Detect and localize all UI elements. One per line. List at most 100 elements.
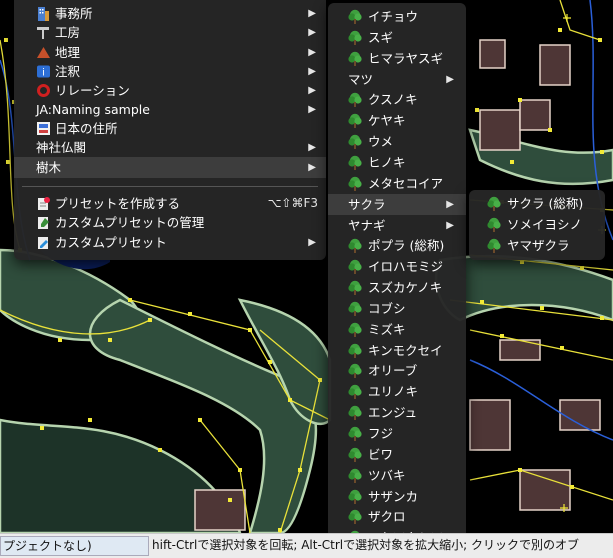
- tree-submenu-item-label: ミズキ: [368, 321, 406, 337]
- tree-submenu-item[interactable]: キンモクセイ: [328, 340, 466, 361]
- tree-submenu-item-label: サクラ: [348, 196, 386, 212]
- tree-icon: [347, 238, 362, 254]
- preset-create-icon: [36, 196, 51, 211]
- menu-item-label: 注釈: [55, 64, 81, 79]
- preset-custom-icon: [36, 235, 51, 250]
- tree-submenu-item-label: ツバキ: [368, 467, 406, 483]
- shortcut-label: ⌥⇧⌘F3: [267, 196, 318, 210]
- office-icon: [36, 6, 51, 21]
- tree-submenu-item-label: ヤナギ: [348, 217, 386, 233]
- menu-item[interactable]: i 注釈 ▶: [14, 61, 326, 82]
- menu-item-label: 事務所: [55, 6, 93, 21]
- tree-icon: [347, 155, 362, 170]
- tree-submenu-item[interactable]: ザクロ: [328, 506, 466, 527]
- menu-item[interactable]: リレーション ▶: [14, 80, 326, 101]
- tree-submenu-item-label: ユリノキ: [368, 384, 419, 400]
- submenu-arrow-icon: ▶: [446, 198, 454, 210]
- submenu-arrow-icon: ▶: [308, 162, 316, 173]
- presets-menu: 事務所 ▶ 工房 ▶ 地理 ▶ i 注釈 ▶ リレーション ▶ JA:Naming sample ▶ 日本…: [14, 0, 326, 260]
- tree-icon: [347, 468, 362, 483]
- tree-submenu-item[interactable]: ツバキ: [328, 465, 466, 486]
- tree-submenu-item-label: オリーブ: [368, 363, 418, 379]
- menu-item[interactable]: 神社仏閣 ▶: [14, 137, 326, 158]
- tree-submenu-item[interactable]: ポプラ (総称): [328, 235, 466, 256]
- tree-submenu-item-label: スズカケノキ: [368, 280, 443, 296]
- menu-item[interactable]: プリセットを作成する ⌥⇧⌘F3: [14, 193, 326, 214]
- submenu-arrow-icon: ▶: [308, 142, 316, 153]
- tree-icon: [347, 447, 362, 462]
- tree-submenu-item-label: マツ: [348, 71, 374, 87]
- menu-item[interactable]: 事務所 ▶: [14, 3, 326, 24]
- tree-icon: [347, 176, 362, 191]
- sakura-submenu-item-label: ソメイヨシノ: [507, 217, 583, 232]
- preset-manage-icon: [36, 215, 51, 230]
- tree-submenu-item[interactable]: フジ: [328, 423, 466, 444]
- submenu-arrow-icon: ▶: [308, 8, 316, 19]
- workshop-icon: [36, 25, 51, 40]
- status-bar: プジェクトなし) hift-Ctrlで選択対象を回転; Alt-Ctrlで選択対…: [0, 533, 613, 558]
- tree-submenu-item-label: コブシ: [368, 300, 406, 316]
- tree-submenu-item[interactable]: ヒノキ: [328, 152, 466, 173]
- tree-submenu-item-label: フジ: [368, 426, 394, 441]
- menu-item[interactable]: 日本の住所: [14, 118, 326, 139]
- tree-submenu-item[interactable]: スギ: [328, 27, 466, 48]
- status-selection-field: プジェクトなし): [0, 536, 149, 556]
- tree-submenu: イチョウ スギ ヒマラヤスギ マツ ▶ クスノキ ケヤキ ウメ ヒノキ メタセコイア サクラ ▶ ヤナギ…: [328, 3, 466, 548]
- menu-item-label: カスタムプリセットの管理: [55, 215, 205, 230]
- annotation-icon: i: [36, 64, 51, 79]
- submenu-arrow-icon: ▶: [308, 85, 316, 96]
- tree-submenu-item-label: ウメ: [368, 134, 394, 150]
- menu-item-label: 樹木: [36, 160, 62, 175]
- tree-submenu-item-label: エンジュ: [368, 405, 418, 421]
- menu-item-label: 地理: [55, 45, 81, 60]
- tree-icon: [347, 51, 362, 66]
- submenu-arrow-icon: ▶: [446, 219, 454, 231]
- tree-submenu-item[interactable]: イチョウ: [328, 6, 466, 27]
- tree-submenu-item[interactable]: エンジュ: [328, 402, 466, 423]
- menu-item[interactable]: カスタムプリセット ▶: [14, 232, 326, 253]
- tree-icon: [347, 301, 362, 316]
- menu-item[interactable]: 工房 ▶: [14, 22, 326, 43]
- menu-item[interactable]: 地理 ▶: [14, 42, 326, 63]
- tree-submenu-item[interactable]: サザンカ: [328, 486, 466, 507]
- menu-item[interactable]: JA:Naming sample ▶: [14, 99, 326, 120]
- tree-submenu-item[interactable]: マツ ▶: [328, 69, 466, 90]
- tree-submenu-item[interactable]: コブシ: [328, 298, 466, 319]
- tree-submenu-item[interactable]: サクラ ▶: [328, 193, 466, 215]
- tree-submenu-item-label: イロハモミジ: [368, 259, 444, 275]
- tree-icon: [347, 405, 362, 421]
- tree-icon: [347, 280, 362, 296]
- menu-item[interactable]: 樹木 ▶: [14, 157, 326, 178]
- tree-submenu-item-label: キンモクセイ: [368, 342, 443, 358]
- tree-submenu-item[interactable]: オリーブ: [328, 360, 466, 381]
- tree-icon: [347, 489, 362, 504]
- submenu-arrow-icon: ▶: [308, 27, 316, 38]
- sakura-submenu: サクラ (総称) ソメイヨシノ ヤマザクラ: [469, 190, 605, 260]
- tree-submenu-item-label: ヒマラヤスギ: [368, 50, 444, 66]
- tree-submenu-item-label: ヒノキ: [368, 154, 406, 170]
- tree-submenu-item[interactable]: ビワ: [328, 444, 466, 465]
- menu-item-label: 日本の住所: [55, 121, 118, 136]
- sakura-submenu-item[interactable]: ヤマザクラ: [469, 235, 605, 256]
- menu-item-label: カスタムプリセット: [55, 235, 167, 250]
- tree-submenu-item[interactable]: ウメ: [328, 131, 466, 152]
- tree-submenu-item[interactable]: ヒマラヤスギ: [328, 48, 466, 69]
- tree-submenu-item[interactable]: イロハモミジ: [328, 256, 466, 277]
- tree-submenu-item[interactable]: メタセコイア: [328, 173, 466, 194]
- sakura-submenu-item-label: ヤマザクラ: [507, 238, 570, 253]
- sakura-submenu-item-label: サクラ (総称): [507, 196, 584, 211]
- tree-submenu-item[interactable]: クスノキ: [328, 89, 466, 110]
- submenu-arrow-icon: ▶: [308, 237, 316, 248]
- tree-submenu-item[interactable]: ヤナギ ▶: [328, 215, 466, 236]
- tree-icon: [347, 322, 362, 337]
- sakura-submenu-item[interactable]: ソメイヨシノ: [469, 214, 605, 235]
- tree-submenu-item-label: サザンカ: [368, 488, 419, 504]
- tree-submenu-item-label: ポプラ (総称): [368, 238, 445, 254]
- sakura-submenu-item[interactable]: サクラ (総称): [469, 193, 605, 214]
- menu-item[interactable]: カスタムプリセットの管理: [14, 212, 326, 233]
- tree-submenu-item[interactable]: ユリノキ: [328, 381, 466, 402]
- tree-submenu-item[interactable]: ケヤキ: [328, 110, 466, 131]
- tree-submenu-item[interactable]: ミズキ: [328, 319, 466, 340]
- tree-icon: [347, 363, 362, 379]
- tree-submenu-item[interactable]: スズカケノキ: [328, 277, 466, 298]
